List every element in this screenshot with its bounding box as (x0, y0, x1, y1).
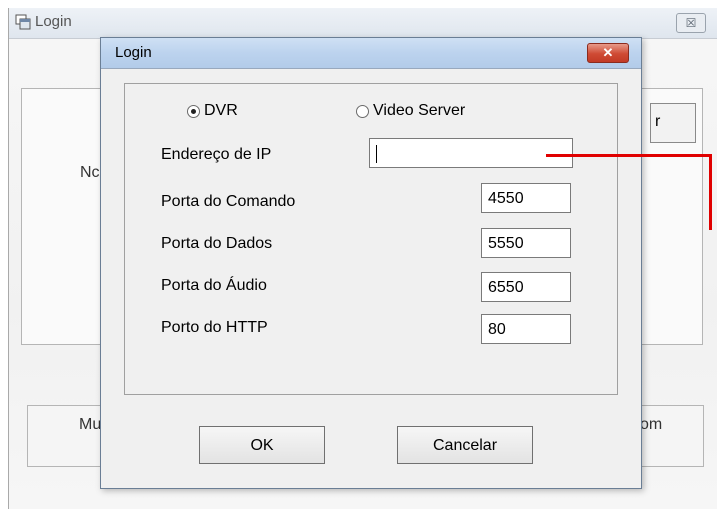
radio-video-server[interactable]: Video Server (356, 101, 465, 121)
audio-port-input[interactable]: 6550 (481, 272, 571, 302)
dialog-title: Login (115, 44, 152, 61)
audio-port-label: Porta do Áudio (161, 277, 267, 294)
http-port-label: Porto do HTTP (161, 319, 268, 336)
data-port-label: Porta do Dados (161, 235, 273, 252)
ip-address-label: Endereço de IP (161, 146, 272, 163)
command-port-input[interactable]: 4550 (481, 183, 571, 213)
background-window-title: Login (35, 13, 72, 30)
cancel-button[interactable]: Cancelar (397, 426, 533, 464)
ok-button[interactable]: OK (199, 426, 325, 464)
close-icon[interactable]: ✕ (587, 43, 629, 63)
background-button-partial[interactable]: r (650, 103, 696, 143)
text-caret (376, 144, 377, 163)
http-port-input[interactable]: 80 (481, 314, 571, 344)
background-titlebar: Login ☒ (9, 8, 717, 39)
radio-unselected-icon (356, 104, 369, 118)
data-port-input[interactable]: 5550 (481, 228, 571, 258)
background-bottom-label-right: om (640, 416, 663, 433)
command-port-label: Porta do Comando (161, 193, 296, 210)
app-window-icon (15, 14, 31, 30)
radio-video-server-label: Video Server (373, 102, 466, 119)
radio-selected-icon (187, 104, 200, 118)
dialog-titlebar: Login ✕ (101, 38, 641, 69)
annotation-line-horizontal (546, 154, 712, 157)
radio-dvr[interactable]: DVR (187, 101, 238, 121)
background-close-button[interactable]: ☒ (676, 13, 706, 33)
ip-address-input[interactable] (369, 138, 573, 168)
background-bottom-label-left: Mu (79, 416, 102, 433)
login-dialog: Login ✕ DVR Video Server Endereço de IP … (100, 37, 642, 489)
annotation-line-vertical (709, 154, 712, 230)
radio-dvr-label: DVR (204, 102, 238, 119)
background-label-partial: Nc (80, 164, 100, 181)
